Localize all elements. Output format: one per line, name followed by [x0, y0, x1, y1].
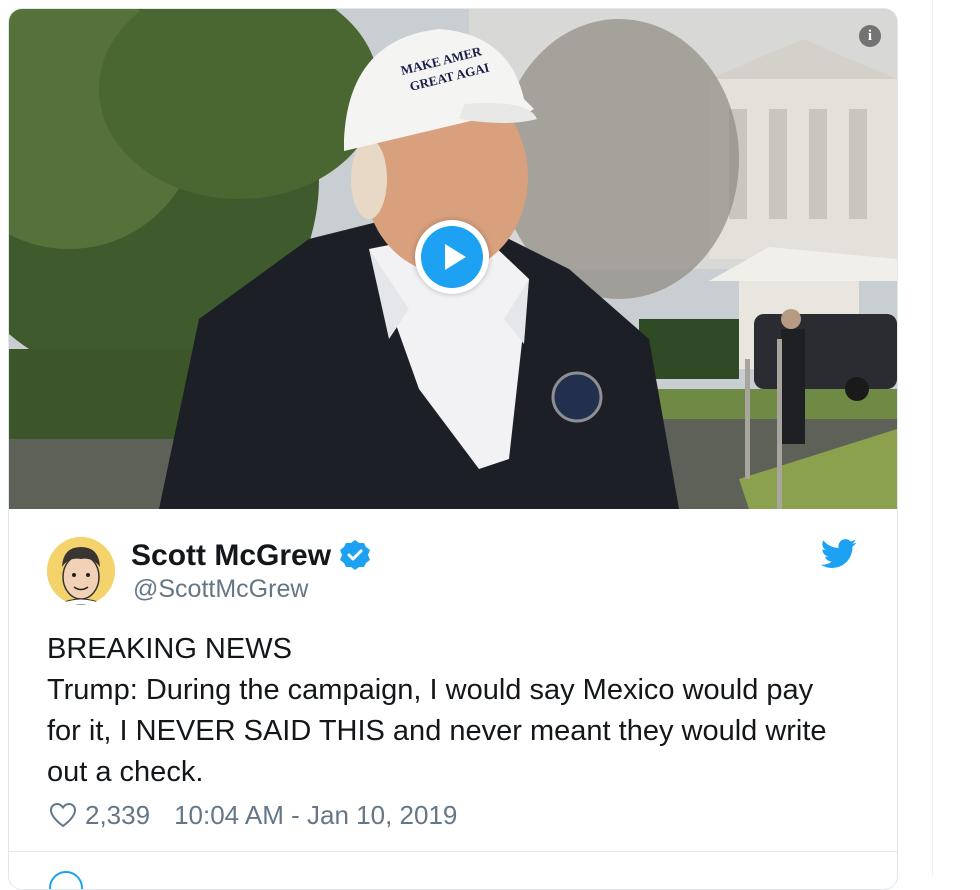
- author-handle[interactable]: @ScottMcGrew: [133, 575, 308, 604]
- divider: [9, 851, 897, 852]
- info-icon[interactable]: i: [859, 25, 881, 47]
- tweet-meta: 2,339 10:04 AM - Jan 10, 2019: [49, 797, 457, 833]
- reply-icon[interactable]: [49, 871, 83, 889]
- avatar-illustration: [47, 537, 115, 605]
- avatar[interactable]: [47, 537, 115, 605]
- tweet-text: BREAKING NEWS Trump: During the campaign…: [47, 629, 867, 793]
- tweet-text-line: out a check.: [47, 756, 204, 788]
- heart-icon[interactable]: [49, 802, 77, 828]
- play-button[interactable]: [415, 220, 489, 294]
- tweet-text-line: for it, I NEVER SAID THIS and never mean…: [47, 715, 827, 747]
- video-media[interactable]: MAKE AMER GREAT AGAI i: [9, 9, 897, 509]
- verified-badge-icon: [340, 540, 370, 570]
- author-name[interactable]: Scott McGrew: [131, 539, 331, 573]
- tweet-timestamp[interactable]: 10:04 AM - Jan 10, 2019: [174, 800, 457, 831]
- twitter-bird-icon[interactable]: [821, 539, 857, 569]
- play-icon: [421, 226, 483, 288]
- tweet-text-line: Trump: During the campaign, I would say …: [47, 674, 814, 706]
- page-edge-divider: [932, 0, 933, 876]
- tweet-card[interactable]: MAKE AMER GREAT AGAI i Scott McGrew @Sco…: [8, 8, 898, 890]
- tweet-text-line: BREAKING NEWS: [47, 633, 292, 665]
- like-count[interactable]: 2,339: [85, 800, 150, 831]
- tweet-header: Scott McGrew @ScottMcGrew: [9, 509, 897, 619]
